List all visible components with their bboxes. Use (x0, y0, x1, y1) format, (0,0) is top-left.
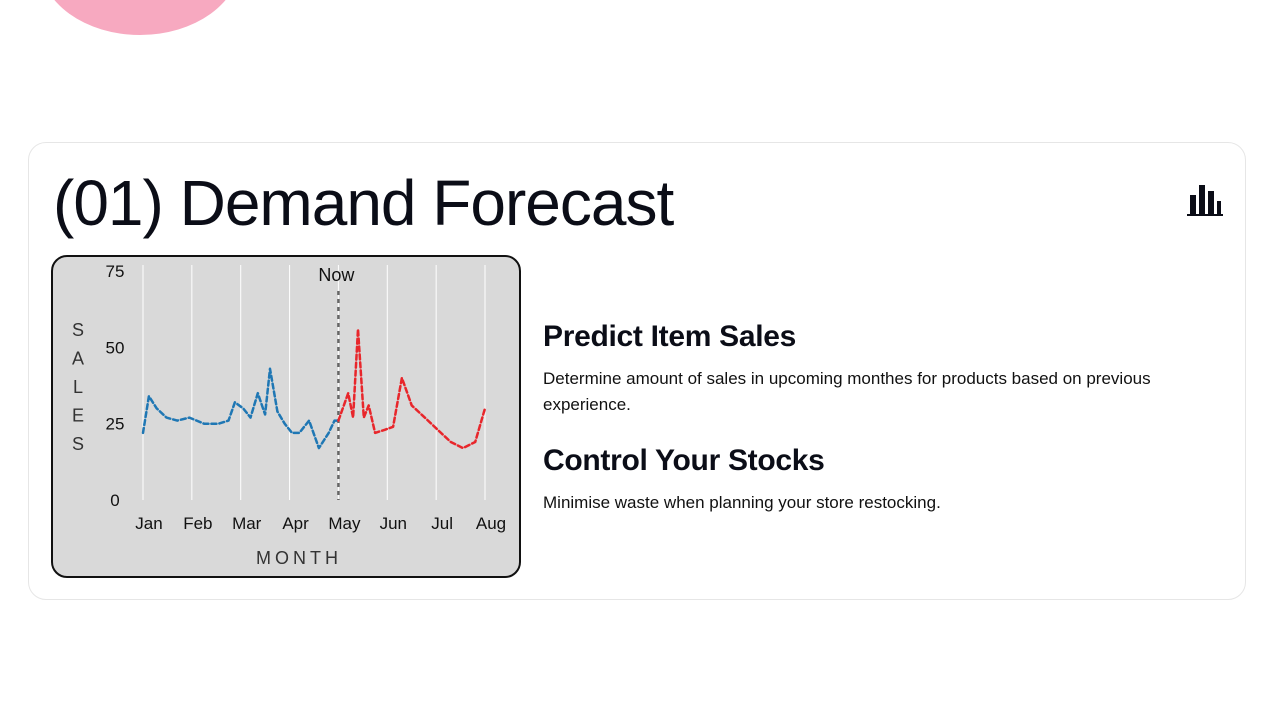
forecast-series-line (337, 327, 487, 450)
y-axis-label-letter: S (72, 434, 84, 454)
x-tick-label: Apr (282, 514, 309, 533)
card-title: (01) Demand Forecast (53, 167, 674, 239)
feature-title: Predict Item Sales (543, 320, 797, 353)
y-axis-label-letter: A (72, 349, 84, 369)
bar-chart-icon (1187, 185, 1223, 216)
y-axis-label-letter: L (73, 377, 83, 397)
x-tick-label: Mar (232, 514, 262, 533)
y-tick-label: 0 (110, 491, 119, 510)
y-tick-label: 25 (106, 415, 125, 434)
x-tick-label: Jan (135, 514, 162, 533)
feature-card: (01) Demand Forecast Jan Feb Mar Apr May Jun J… (28, 142, 1246, 600)
y-axis-label-letter: E (72, 406, 84, 426)
x-tick-label: Jun (380, 514, 407, 533)
x-tick-label: May (328, 514, 361, 533)
forecast-chart: Jan Feb Mar Apr May Jun Jul Aug 0 25 50 75 MONTH S A L E… (51, 255, 521, 578)
y-axis-label-letter: S (72, 320, 84, 340)
feature-description: Determine amount of sales in upcoming mo… (543, 369, 1151, 414)
feature-title: Control Your Stocks (543, 444, 825, 477)
decorative-blob (40, 0, 240, 35)
x-axis-label: MONTH (256, 548, 342, 568)
x-tick-label: Jul (431, 514, 453, 533)
now-label: Now (318, 265, 355, 285)
line-chart: Jan Feb Mar Apr May Jun Jul Aug0255075MONTHSALE… (72, 262, 506, 568)
x-tick-label: Aug (476, 514, 506, 533)
feature-description: Minimise waste when planning your store … (543, 493, 941, 512)
y-tick-label: 75 (106, 262, 125, 281)
y-tick-label: 50 (106, 338, 125, 357)
x-tick-label: Feb (183, 514, 212, 533)
